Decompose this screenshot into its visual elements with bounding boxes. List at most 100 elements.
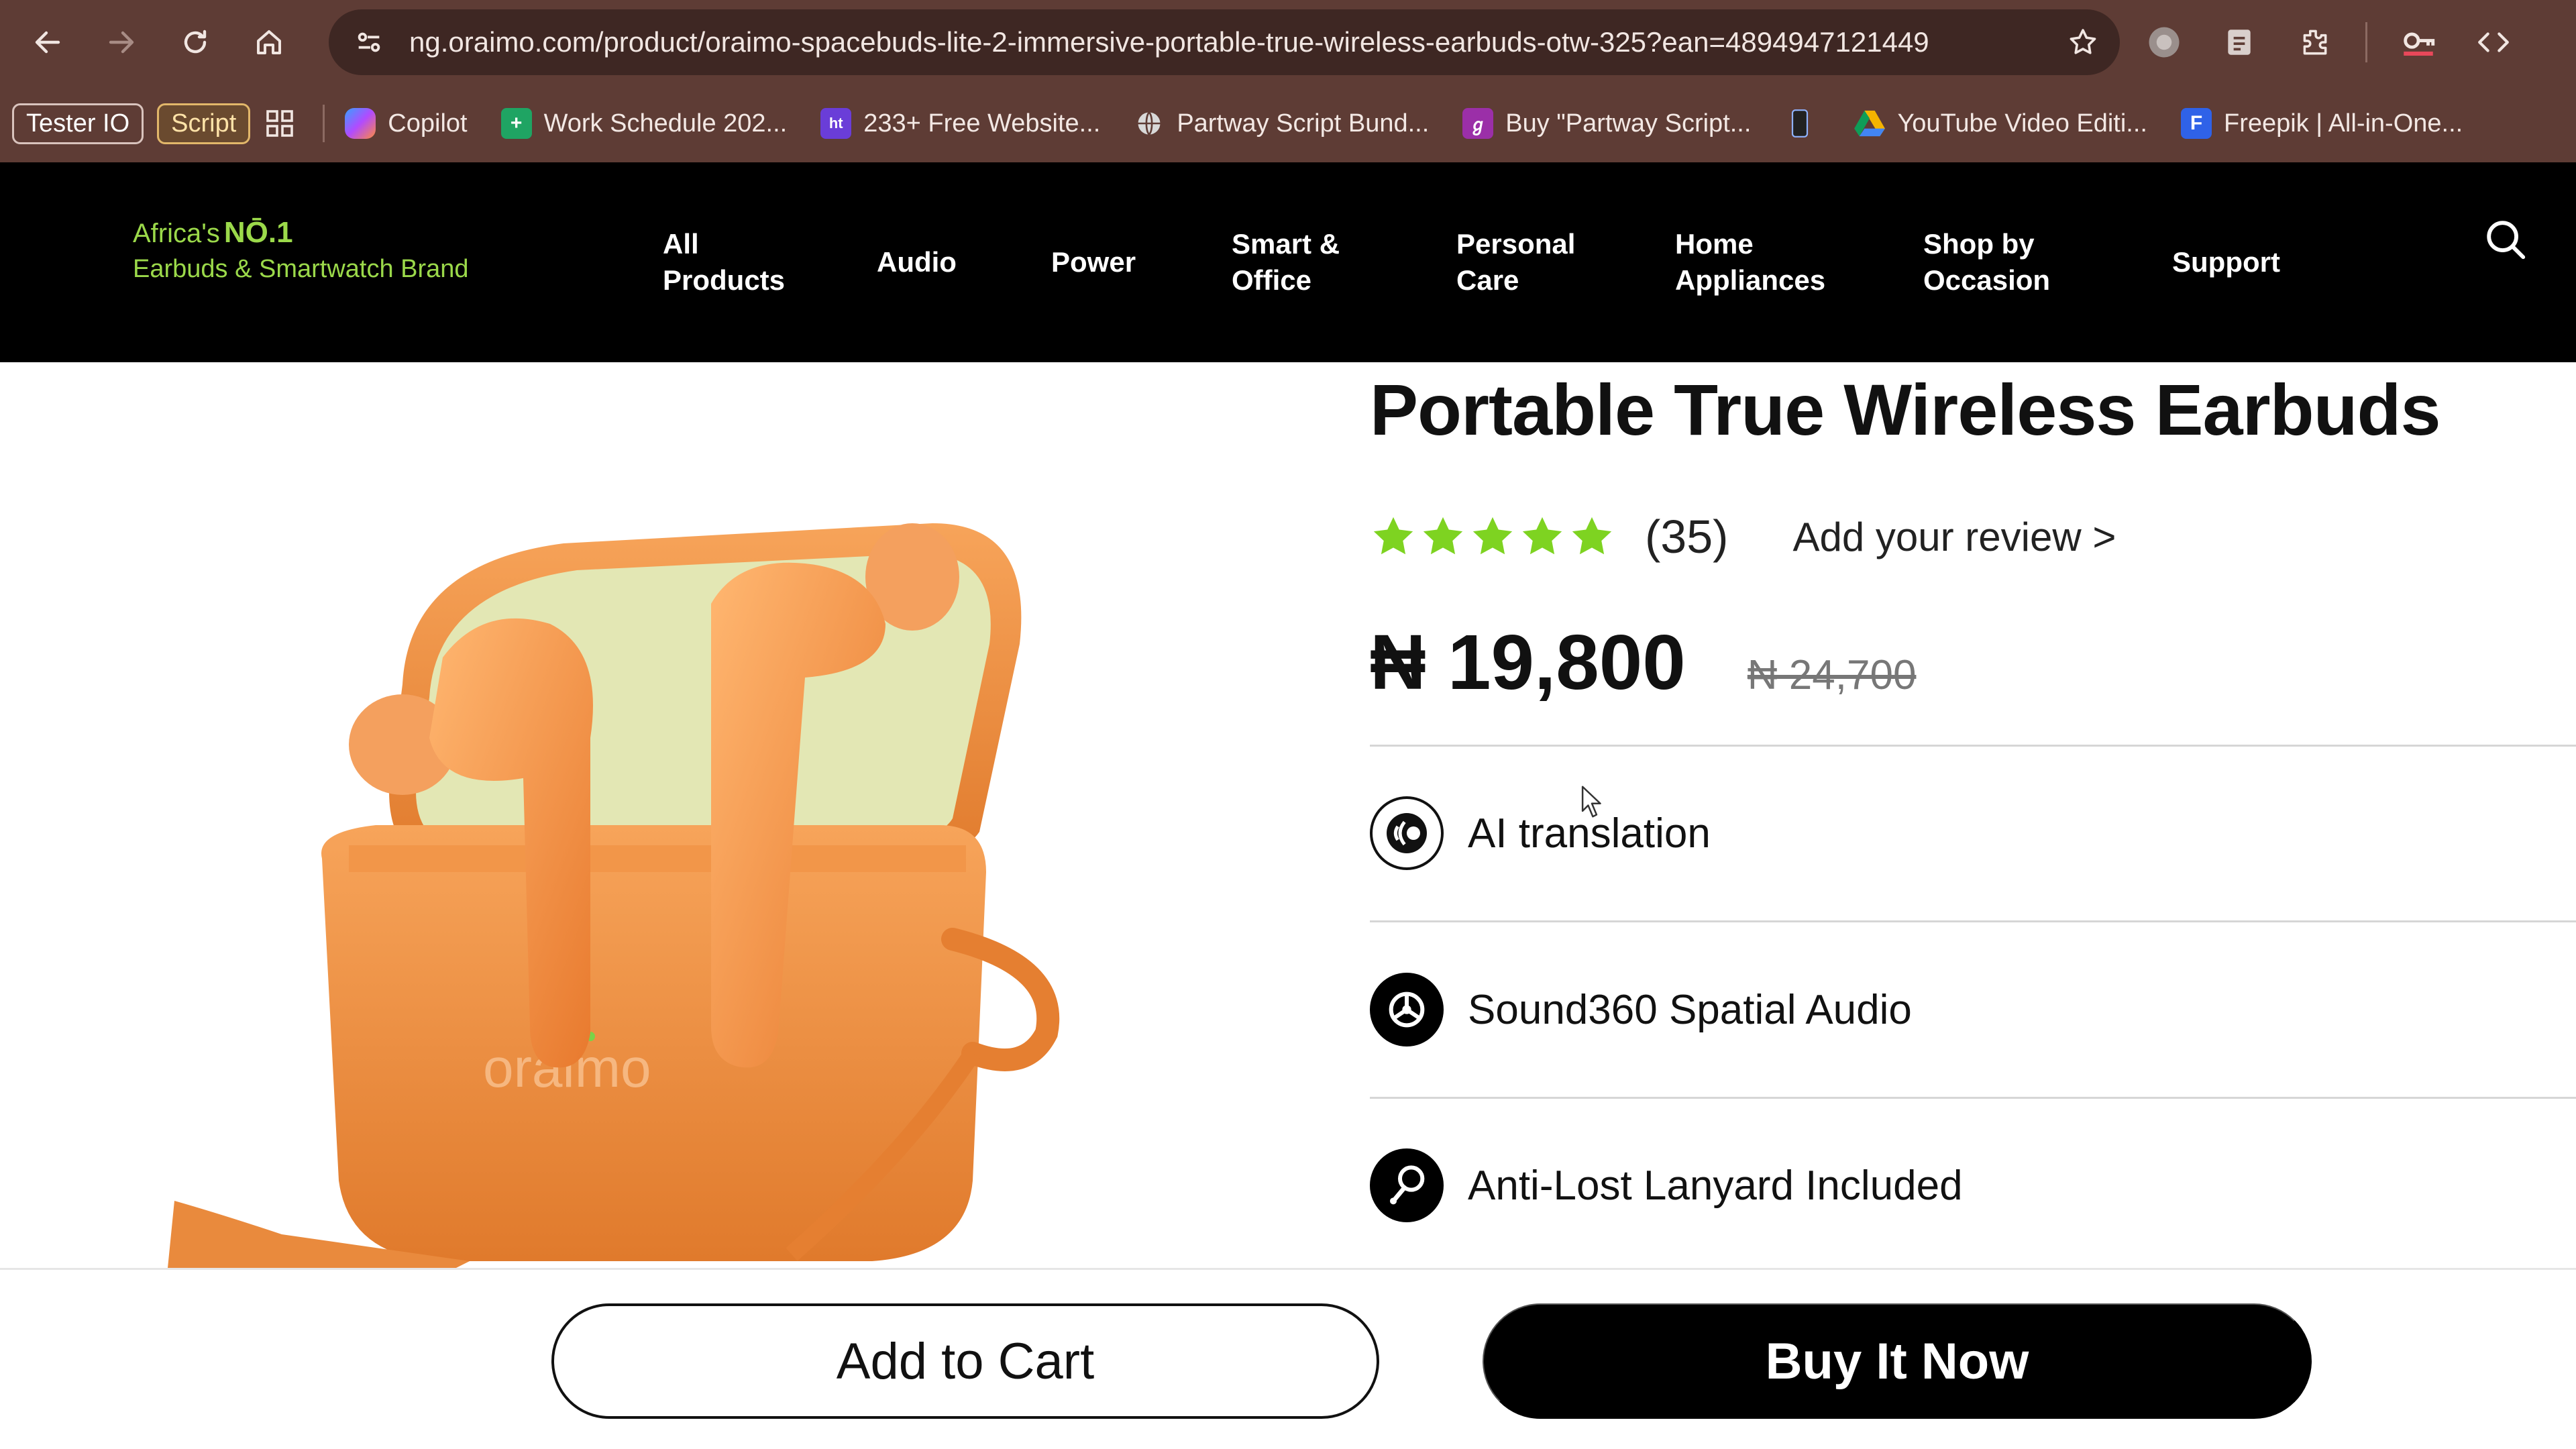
sticky-action-bar: Add to Cart Buy It Now — [0, 1268, 2576, 1449]
bookmark-youtube-editing[interactable]: YouTube Video Editi... — [1854, 108, 2147, 139]
nav-power[interactable]: Power — [1051, 162, 1136, 362]
add-to-cart-button[interactable]: Add to Cart — [551, 1303, 1379, 1419]
nav-audio[interactable]: Audio — [877, 162, 957, 362]
freepik-icon: F — [2180, 108, 2212, 139]
bookmark-label: Work Schedule 202... — [543, 109, 788, 138]
original-price: ₦ 24,700 — [1747, 652, 1917, 698]
site-icon: ht — [820, 108, 852, 139]
nav-label: All — [663, 228, 699, 260]
bookmark-label: Copilot — [388, 109, 468, 138]
search-button[interactable] — [2482, 216, 2529, 263]
nav-label: Home — [1675, 228, 1754, 260]
nav-all-products[interactable]: All Products — [663, 162, 785, 362]
browser-toolbar: ng.oraimo.com/product/oraimo-spacebuds-l… — [0, 0, 2576, 85]
bookmark-phone[interactable] — [1784, 108, 1827, 139]
reload-icon — [184, 30, 207, 54]
bookmarks-divider — [323, 105, 325, 142]
phone-icon — [1784, 108, 1815, 139]
logo-tagline-top: Africa's NŌ.1 — [133, 216, 469, 250]
search-icon — [2487, 221, 2526, 260]
feature-spatial-audio: Sound360 Spatial Audio — [1370, 973, 1912, 1046]
nav-smart-office[interactable]: Smart & Office — [1232, 162, 1340, 362]
drive-icon — [1854, 108, 1886, 139]
lanyard-icon — [1370, 1148, 1444, 1222]
apps-grid-icon — [266, 110, 294, 137]
devtools-code-icon[interactable] — [2456, 25, 2531, 59]
extensions-puzzle-icon[interactable] — [2277, 25, 2352, 59]
bookmark-tester-io[interactable]: Tester IO — [12, 103, 144, 144]
product-image[interactable]: oraimo — [0, 362, 1315, 1268]
back-button[interactable] — [11, 0, 85, 85]
site-header: Africa's NŌ.1 Earbuds & Smartwatch Brand… — [0, 162, 2576, 362]
nav-home-appliances[interactable]: Home Appliances — [1675, 162, 1825, 362]
nav-label: Smart & — [1232, 228, 1340, 260]
logo-prefix: Africa's — [133, 219, 220, 248]
bookmark-star-icon[interactable] — [2046, 26, 2120, 58]
apps-grid-button[interactable] — [264, 107, 296, 140]
nav-shop-by-occasion[interactable]: Shop by Occasion — [1923, 162, 2050, 362]
logo-tagline-bottom: Earbuds & Smartwatch Brand — [133, 255, 469, 283]
rating-star-icon — [1472, 517, 1513, 555]
bookmark-script[interactable]: Script — [157, 103, 251, 144]
bookmark-copilot[interactable]: Copilot — [345, 108, 468, 139]
feature-label: Anti-Lost Lanyard Included — [1468, 1162, 1963, 1209]
divider — [1370, 745, 2576, 747]
bookmark-free-website[interactable]: ht 233+ Free Website... — [820, 108, 1100, 139]
price-row: ₦ 19,800 ₦ 24,700 — [1370, 617, 1916, 707]
bookmark-buy-partway[interactable]: ℊ Buy "Partway Script... — [1462, 108, 1751, 139]
home-button[interactable] — [232, 0, 306, 85]
globe-icon — [1134, 108, 1165, 139]
buy-now-button[interactable]: Buy It Now — [1483, 1303, 2312, 1419]
brand-logo[interactable]: Africa's NŌ.1 Earbuds & Smartwatch Brand — [133, 216, 469, 284]
product-title: Portable True Wireless Earbuds — [1370, 369, 2441, 450]
nav-label: Power — [1051, 246, 1136, 278]
nav-label: Audio — [877, 246, 957, 278]
url-text[interactable]: ng.oraimo.com/product/oraimo-spacebuds-l… — [409, 26, 2046, 58]
nav-label: Office — [1232, 264, 1312, 296]
bookmark-freepik[interactable]: F Freepik | All-in-One... — [2180, 108, 2463, 139]
extensions-area — [2127, 0, 2531, 85]
home-icon — [257, 30, 281, 54]
nav-personal-care[interactable]: Personal Care — [1456, 162, 1575, 362]
copilot-icon — [345, 108, 376, 139]
nav-label: Shop by — [1923, 228, 2035, 260]
document-extension-icon[interactable] — [2202, 25, 2277, 59]
spatial-audio-icon — [1370, 973, 1444, 1046]
nav-label: Products — [663, 264, 786, 296]
rating-row: (35) Add your review > — [1370, 510, 2116, 564]
bookmark-label: Partway Script Bund... — [1177, 109, 1430, 138]
rating-star-icon — [1522, 517, 1562, 555]
partway-icon: ℊ — [1462, 108, 1494, 139]
site-info-icon[interactable] — [329, 27, 409, 58]
reload-button[interactable] — [158, 0, 232, 85]
logo-badge: NŌ.1 — [223, 216, 293, 249]
bookmark-work-schedule[interactable]: + Work Schedule 202... — [500, 108, 788, 139]
rating-star-icon — [1572, 517, 1612, 555]
current-price: ₦ 19,800 — [1370, 619, 1686, 706]
address-bar[interactable]: ng.oraimo.com/product/oraimo-spacebuds-l… — [329, 9, 2120, 75]
bookmark-label: 233+ Free Website... — [863, 109, 1101, 138]
bookmarks-bar: Tester IO Script Copilot + Work Schedule… — [0, 85, 2576, 162]
profile-extension-icon[interactable] — [2127, 24, 2202, 60]
bookmark-label: Buy "Partway Script... — [1505, 109, 1752, 138]
bookmark-label: YouTube Video Editi... — [1897, 109, 2147, 138]
password-key-icon[interactable] — [2381, 23, 2456, 62]
toolbar-divider — [2365, 22, 2367, 62]
divider — [1370, 1097, 2576, 1099]
nav-label: Personal — [1456, 228, 1576, 260]
bookmark-partway-bundle[interactable]: Partway Script Bund... — [1134, 108, 1429, 139]
review-count[interactable]: (35) — [1645, 510, 1728, 564]
arrow-left-icon — [35, 31, 60, 54]
feature-label: Sound360 Spatial Audio — [1468, 986, 1912, 1033]
nav-label: Occasion — [1923, 264, 2051, 296]
sheets-plus-icon: + — [500, 108, 532, 139]
earbuds-case-illustration: oraimo — [168, 523, 1060, 1268]
forward-button[interactable] — [85, 0, 158, 85]
bookmark-label: Freepik | All-in-One... — [2223, 109, 2463, 138]
nav-support[interactable]: Support — [2172, 162, 2280, 362]
feature-anti-lost-lanyard: Anti-Lost Lanyard Included — [1370, 1148, 1963, 1222]
divider — [1370, 920, 2576, 922]
nav-label: Support — [2172, 246, 2280, 278]
add-review-link[interactable]: Add your review > — [1792, 514, 2116, 560]
rating-star-icon — [1423, 517, 1463, 555]
